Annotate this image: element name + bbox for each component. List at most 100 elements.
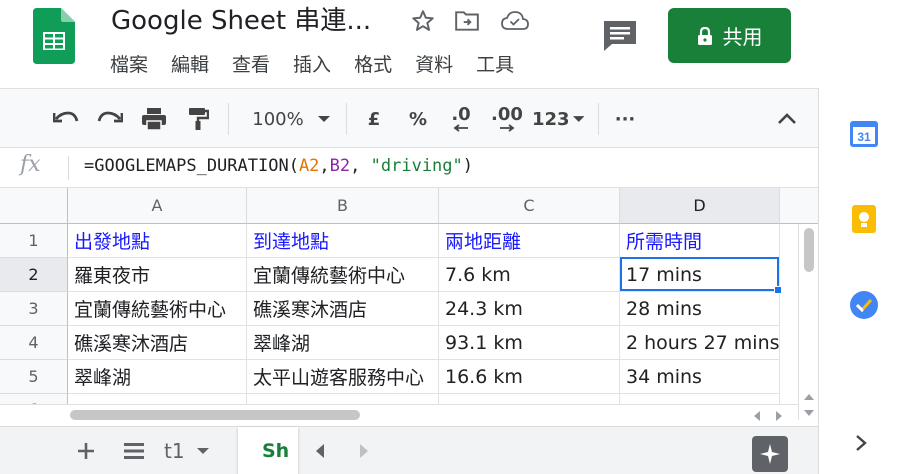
format-currency-button[interactable]: £ — [360, 103, 388, 135]
formula-comma: , — [319, 156, 330, 176]
calendar-icon[interactable]: 31 — [849, 118, 879, 148]
fx-icon: fx — [20, 152, 41, 177]
horizontal-scrollbar[interactable] — [0, 404, 798, 426]
formula-ref-a2: A2 — [298, 156, 320, 176]
cell-b4[interactable]: 翠峰湖 — [247, 326, 439, 360]
cell-b5[interactable]: 太平山遊客服務中心 — [247, 360, 439, 394]
lock-icon — [697, 26, 712, 45]
scroll-right-icon[interactable] — [776, 411, 782, 421]
arrow-right-icon — [500, 124, 515, 132]
sheets-app: Google Sheet 串連... 檔案 編輯 查看 插入 格式 資料 工具 — [0, 0, 900, 474]
document-title[interactable]: Google Sheet 串連... — [111, 4, 371, 38]
sheet-tab-partial-label: t1 — [164, 439, 185, 463]
sheet-tab-dropdown-icon[interactable] — [196, 447, 209, 455]
cell-d5[interactable]: 34 mins — [620, 360, 780, 394]
share-button[interactable]: 共用 — [668, 8, 791, 63]
all-sheets-icon[interactable] — [120, 437, 148, 465]
vertical-scroll-thumb[interactable] — [804, 228, 814, 272]
explore-sparkle-icon — [760, 444, 780, 464]
fill-handle[interactable] — [774, 286, 782, 294]
currency-label: £ — [367, 108, 381, 130]
comment-icon[interactable] — [600, 18, 640, 54]
paint-format-icon[interactable] — [182, 103, 214, 135]
menu-data[interactable]: 資料 — [415, 52, 453, 78]
scroll-down-icon[interactable] — [804, 410, 814, 416]
cell-a4[interactable]: 礁溪寒沐酒店 — [68, 326, 247, 360]
menu-view[interactable]: 查看 — [232, 52, 270, 78]
menu-insert[interactable]: 插入 — [293, 52, 331, 78]
calendar-day-label: 31 — [857, 130, 871, 144]
star-icon[interactable] — [408, 8, 438, 34]
cell-c4[interactable]: 93.1 km — [439, 326, 620, 360]
cloud-saved-icon[interactable] — [500, 8, 530, 34]
increase-decimal-button[interactable]: .00 — [490, 103, 524, 135]
zoom-value: 100% — [252, 108, 304, 130]
row-header-2[interactable]: 2 — [0, 258, 68, 292]
tasks-icon[interactable] — [849, 290, 879, 320]
cell-c3[interactable]: 24.3 km — [439, 292, 620, 326]
cell-b2[interactable]: 宜蘭傳統藝術中心 — [247, 258, 439, 292]
menu-format[interactable]: 格式 — [354, 52, 392, 78]
vertical-scrollbar[interactable] — [798, 224, 818, 420]
menu-edit[interactable]: 編輯 — [171, 52, 209, 78]
cell-d3[interactable]: 28 mins — [620, 292, 780, 326]
row-header-5[interactable]: 5 — [0, 360, 68, 394]
scroll-tabs-right-icon[interactable] — [354, 437, 374, 465]
menu-file[interactable]: 檔案 — [110, 52, 148, 78]
toolbar-separator — [346, 103, 347, 135]
formula-input[interactable]: =GOOGLEMAPS_DURATION(A2,B2, "driving") — [84, 156, 473, 176]
column-header-c[interactable]: C — [439, 188, 620, 224]
row-header-1[interactable]: 1 — [0, 224, 68, 258]
keep-icon[interactable] — [849, 204, 879, 234]
format-percent-button[interactable]: % — [404, 103, 432, 135]
print-icon[interactable] — [138, 103, 170, 135]
sheet-tabs-bar: t1 Sh — [0, 426, 818, 474]
explore-button[interactable] — [752, 436, 788, 472]
column-header-d[interactable]: D — [620, 188, 780, 224]
cell-c1[interactable]: 兩地距離 — [439, 224, 620, 258]
column-header-a[interactable]: A — [68, 188, 247, 224]
redo-icon[interactable] — [94, 103, 126, 135]
horizontal-scroll-thumb[interactable] — [70, 410, 360, 420]
number-format-button[interactable]: 123 — [532, 103, 584, 135]
decrease-decimal-label: .0 — [451, 104, 471, 125]
cell-a3[interactable]: 宜蘭傳統藝術中心 — [68, 292, 247, 326]
row-header-3[interactable]: 3 — [0, 292, 68, 326]
toolbar-separator — [598, 103, 599, 135]
cell-c5[interactable]: 16.6 km — [439, 360, 620, 394]
sheet-tab-active[interactable]: Sh — [238, 427, 298, 474]
toolbar: 100% £ % .0 .00 123 ··· — [0, 88, 818, 148]
zoom-dropdown-icon[interactable] — [314, 103, 334, 135]
cell-c2[interactable]: 7.6 km — [439, 258, 620, 292]
cell-a5[interactable]: 翠峰湖 — [68, 360, 247, 394]
number-format-label: 123 — [532, 108, 570, 130]
move-to-folder-icon[interactable] — [452, 8, 482, 34]
collapse-toolbar-icon[interactable] — [772, 103, 802, 135]
cell-d2[interactable]: 17 mins — [620, 258, 780, 292]
cell-a2[interactable]: 羅東夜市 — [68, 258, 247, 292]
cell-d1[interactable]: 所需時間 — [620, 224, 780, 258]
decrease-decimal-button[interactable]: .0 — [446, 103, 476, 135]
add-sheet-icon[interactable] — [72, 437, 100, 465]
scroll-up-icon[interactable] — [804, 394, 814, 400]
sheets-logo-icon[interactable] — [33, 8, 75, 64]
formula-bar: fx =GOOGLEMAPS_DURATION(A2,B2, "driving"… — [0, 148, 818, 188]
cell-d4[interactable]: 2 hours 27 mins — [620, 326, 780, 360]
scroll-tabs-left-icon[interactable] — [310, 437, 330, 465]
toolbar-separator — [228, 103, 229, 135]
row-header-4[interactable]: 4 — [0, 326, 68, 360]
zoom-select[interactable]: 100% — [248, 103, 308, 135]
undo-icon[interactable] — [50, 103, 82, 135]
select-all-corner[interactable] — [0, 188, 68, 224]
sheet-tab-partial[interactable]: t1 — [164, 437, 224, 465]
formula-bar-separator — [68, 156, 69, 180]
column-header-b[interactable]: B — [247, 188, 439, 224]
more-options-button[interactable]: ··· — [610, 103, 640, 135]
cell-b3[interactable]: 礁溪寒沐酒店 — [247, 292, 439, 326]
expand-side-panel-icon[interactable] — [855, 434, 867, 452]
scroll-left-icon[interactable] — [754, 411, 760, 421]
menu-tools[interactable]: 工具 — [476, 52, 514, 78]
column-header-filler — [780, 188, 818, 224]
cell-b1[interactable]: 到達地點 — [247, 224, 439, 258]
cell-a1[interactable]: 出發地點 — [68, 224, 247, 258]
